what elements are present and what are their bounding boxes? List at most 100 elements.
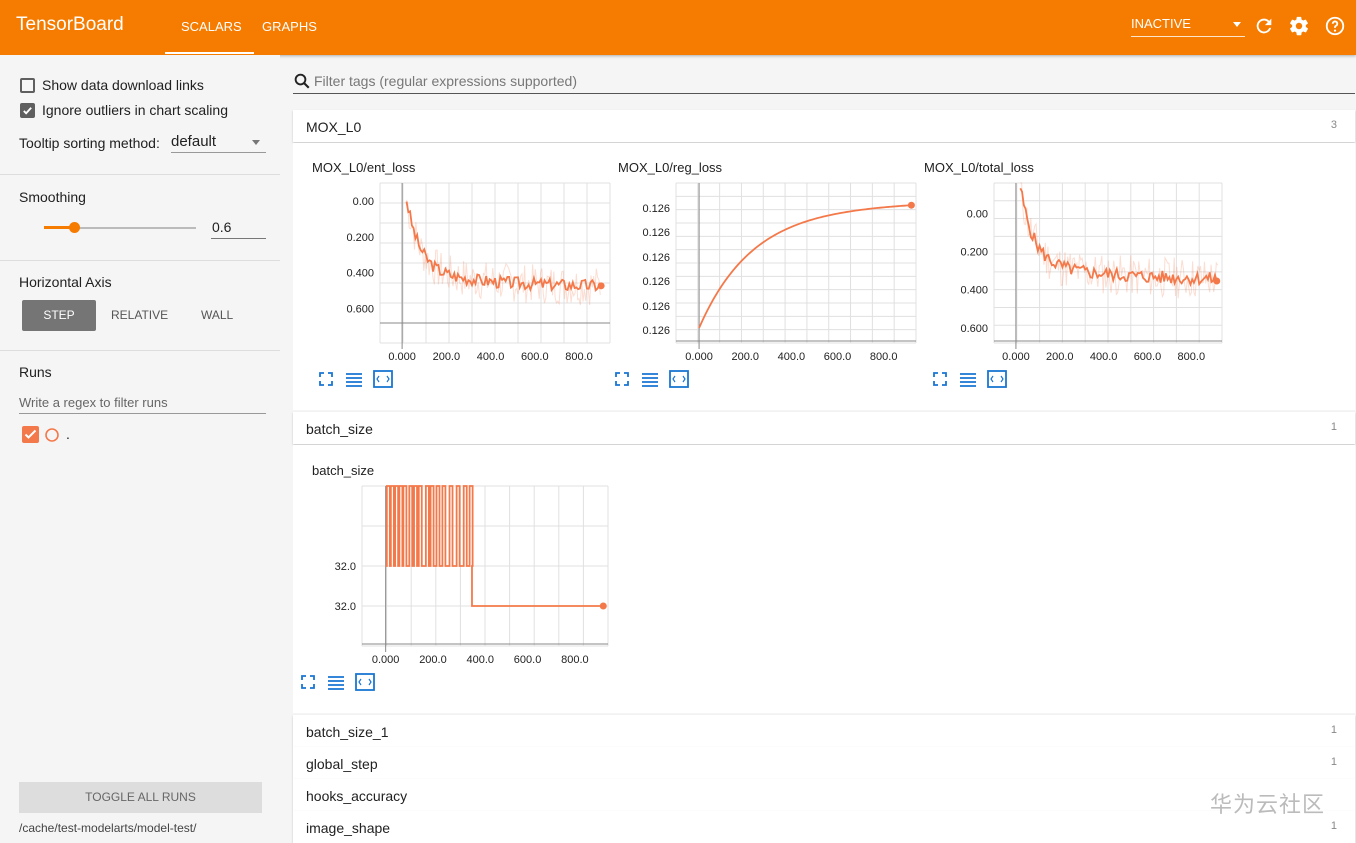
category-name: batch_size — [306, 421, 373, 437]
y-tick-label: 0.126 — [642, 203, 670, 215]
x-tick-label: 800.0 — [561, 654, 589, 666]
series-last-point — [907, 201, 915, 209]
chart-title-ent-loss: MOX_L0/ent_loss — [312, 160, 416, 175]
fullscreen-icon[interactable] — [932, 371, 948, 387]
x-tick-label: 600.0 — [521, 351, 549, 363]
gear-icon[interactable] — [1288, 15, 1310, 37]
smoothing-label: Smoothing — [19, 189, 86, 205]
run-color-circle-icon[interactable] — [44, 427, 60, 443]
y-tick-label: 0.400 — [346, 268, 374, 280]
chart-1[interactable]: 0.126 0.126 0.126 0.126 0.126 0.126 0.000 200.0… — [616, 182, 917, 373]
reload-icon[interactable] — [1253, 15, 1275, 37]
caret-down-icon — [252, 140, 260, 145]
x-tick-label: 800.0 — [870, 351, 898, 363]
fit-domain-icon[interactable] — [987, 370, 1007, 388]
chart-title-reg-loss: MOX_L0/reg_loss — [618, 160, 723, 175]
runs-filter-placeholder: Write a regex to filter runs — [19, 395, 168, 410]
x-tick-label: 200.0 — [419, 654, 447, 666]
tooltip-sorting-select[interactable]: default — [171, 131, 266, 153]
series-last-point — [599, 602, 607, 610]
tab-graphs[interactable]: GRAPHS — [262, 19, 317, 34]
sidebar: Show data download links Ignore outliers… — [0, 55, 280, 840]
series-smoothed-line — [405, 201, 602, 293]
y-tick-label: 0.126 — [642, 325, 670, 337]
brand-title: TensorBoard — [16, 14, 124, 35]
category-header-global-step[interactable]: global_step 1 — [293, 747, 1355, 779]
horizontal-axis-label: Horizontal Axis — [19, 274, 112, 290]
logdir-path: /cache/test-modelarts/model-test/ — [19, 821, 197, 835]
fit-domain-icon[interactable] — [373, 370, 393, 388]
toggle-all-runs-button[interactable]: TOGGLE ALL RUNS — [19, 782, 262, 813]
tooltip-sorting-value: default — [171, 133, 217, 150]
category-header-batch-size-1[interactable]: batch_size_1 1 — [293, 715, 1355, 747]
smoothing-input[interactable]: 0.6 — [211, 217, 266, 239]
series-smoothed-line — [385, 485, 604, 607]
ignore-outliers-checkbox[interactable] — [20, 103, 35, 118]
axis-step-button[interactable]: STEP — [22, 300, 96, 331]
fullscreen-icon[interactable] — [300, 674, 316, 690]
chart-2[interactable]: 0.00 0.200 0.400 0.600 0.000 200.0 400.0 600.0 8… — [934, 182, 1223, 373]
category-count: 1 — [1330, 756, 1337, 768]
series-last-point — [597, 282, 605, 290]
fullscreen-icon[interactable] — [614, 371, 630, 387]
tab-scalars[interactable]: SCALARS — [165, 19, 254, 54]
divider — [0, 260, 280, 261]
y-tick-label: 0.600 — [960, 323, 988, 335]
log-scale-icon[interactable] — [327, 674, 345, 690]
fit-domain-icon[interactable] — [355, 673, 375, 691]
series-last-point — [1213, 277, 1221, 285]
chart-3[interactable]: 32.0 32.0 0.000 200.0 400.0 600.0 800.0 — [302, 485, 609, 676]
smoothing-value: 0.6 — [212, 219, 232, 235]
runs-filter-input[interactable]: Write a regex to filter runs — [19, 392, 266, 414]
category-header-image-shape[interactable]: image_shape 1 — [293, 811, 1355, 843]
x-tick-label: 800.0 — [565, 351, 593, 363]
check-icon — [23, 107, 32, 115]
log-scale-icon[interactable] — [641, 371, 659, 387]
fit-domain-icon[interactable] — [669, 370, 689, 388]
category-header-batch-size[interactable]: batch_size 1 — [293, 412, 1355, 444]
x-tick-label: 400.0 — [778, 351, 806, 363]
axis-wall-button[interactable]: WALL — [201, 308, 233, 322]
x-tick-label: 0.000 — [685, 351, 713, 363]
category-name: image_shape — [306, 820, 391, 836]
y-tick-label: 0.200 — [346, 232, 374, 244]
category-name: batch_size_1 — [306, 724, 389, 740]
y-tick-label: 32.0 — [335, 561, 356, 573]
check-icon — [24, 429, 37, 439]
grid — [379, 182, 611, 344]
x-tick-label: 600.0 — [514, 654, 542, 666]
x-tick-label: 600.0 — [824, 351, 852, 363]
run-checkbox[interactable] — [22, 426, 39, 443]
x-tick-label: 200.0 — [731, 351, 759, 363]
inactive-dashboards-select[interactable]: INACTIVE — [1131, 16, 1245, 37]
y-tick-label: 0.126 — [642, 252, 670, 264]
y-tick-label: 0.00 — [967, 208, 988, 220]
chart-title-total-loss: MOX_L0/total_loss — [924, 160, 1034, 175]
x-tick-label: 800.0 — [1178, 351, 1206, 363]
category-header-mox-l0[interactable]: MOX_L0 3 — [293, 110, 1355, 142]
tag-filter-input[interactable]: Filter tags (regular expressions support… — [314, 73, 577, 89]
show-download-checkbox[interactable] — [20, 78, 35, 93]
slider-knob[interactable] — [69, 222, 81, 233]
search-icon — [294, 73, 310, 89]
category-header-hooks-accuracy[interactable]: hooks_accuracy — [293, 779, 1355, 811]
x-tick-label: 200.0 — [433, 351, 461, 363]
y-tick-label: 0.126 — [642, 276, 670, 288]
caret-down-icon — [1233, 22, 1241, 27]
chart-title-batch-size: batch_size — [312, 463, 375, 478]
log-scale-icon[interactable] — [345, 371, 363, 387]
fullscreen-icon[interactable] — [318, 371, 334, 387]
divider — [0, 174, 280, 175]
help-icon[interactable] — [1324, 15, 1346, 37]
axis-relative-button[interactable]: RELATIVE — [111, 308, 168, 322]
x-tick-label: 0.000 — [388, 351, 416, 363]
runs-label: Runs — [19, 364, 52, 380]
chart-0[interactable]: 0.00 0.200 0.400 0.600 0.000 200.0 400.0 600.0 8… — [320, 182, 611, 373]
x-tick-label: 600.0 — [1134, 351, 1162, 363]
category-count: 1 — [1330, 820, 1337, 832]
inactive-label: INACTIVE — [1131, 16, 1191, 31]
smoothing-slider[interactable] — [44, 222, 196, 233]
run-name: . — [66, 426, 70, 442]
log-scale-icon[interactable] — [959, 371, 977, 387]
top-bar: TensorBoard SCALARS GRAPHS INACTIVE — [0, 0, 1356, 55]
